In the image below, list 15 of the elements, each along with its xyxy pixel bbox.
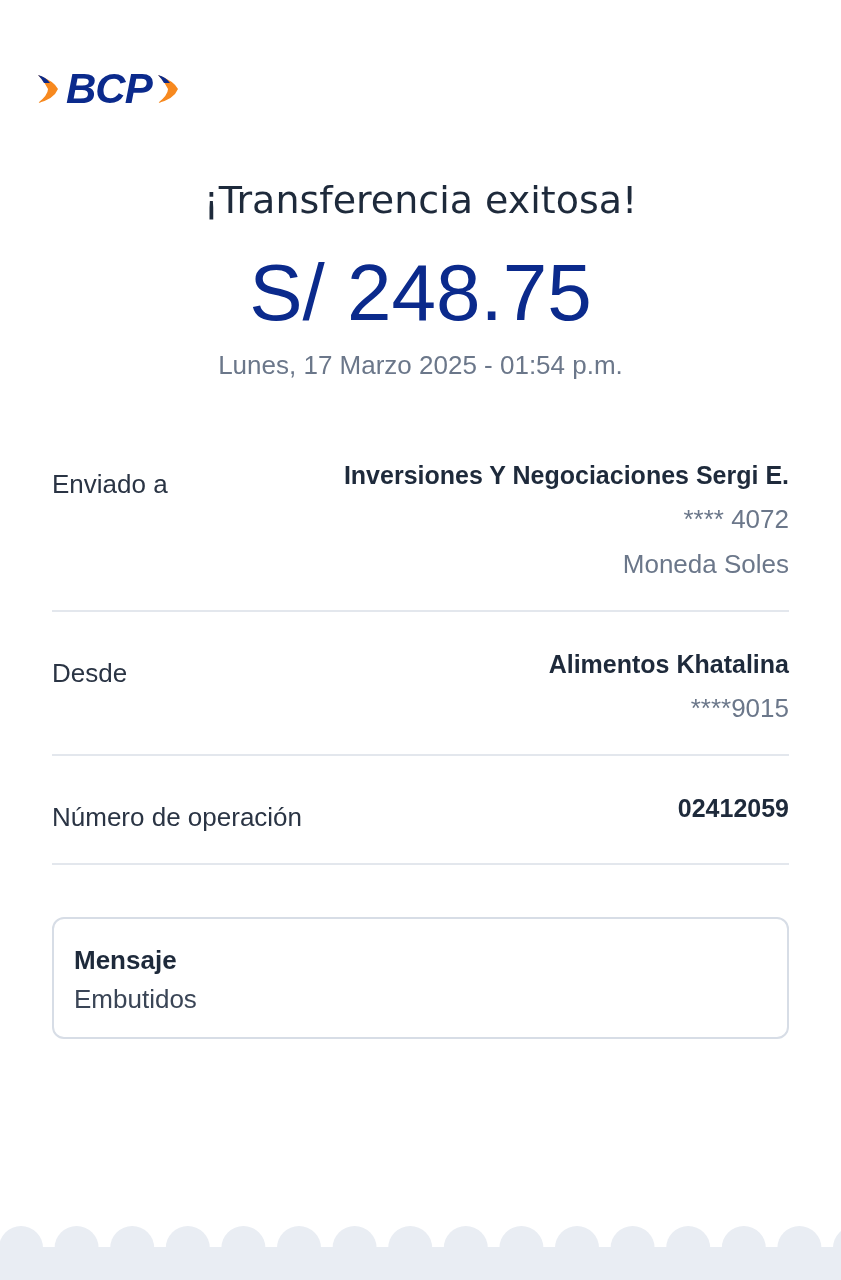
detail-label: Número de operación xyxy=(52,801,303,833)
amount: S/ 248.75 xyxy=(248,248,593,338)
transfer-date: Lunes, 17 Marzo 2025 - 01:54 p.m. xyxy=(217,350,624,381)
detail-value: Inversiones Y Negociaciones Sergi E. xyxy=(343,461,789,490)
success-title: ¡Transferencia exitosa! xyxy=(202,178,639,222)
detail-label: Desde xyxy=(52,657,128,690)
detail-info: Moneda Soles xyxy=(622,549,789,580)
detail-value: Alimentos Khatalina xyxy=(548,650,789,679)
detail-label: Enviado a xyxy=(52,468,168,501)
message-title: Mensaje xyxy=(74,945,178,976)
detail-info: ****9015 xyxy=(690,693,789,724)
detail-info: **** 4072 xyxy=(683,504,789,535)
bank-logo: BCP xyxy=(66,68,152,110)
message-text: Embutidos xyxy=(74,984,198,1015)
detail-value: 02412059 xyxy=(677,794,789,823)
